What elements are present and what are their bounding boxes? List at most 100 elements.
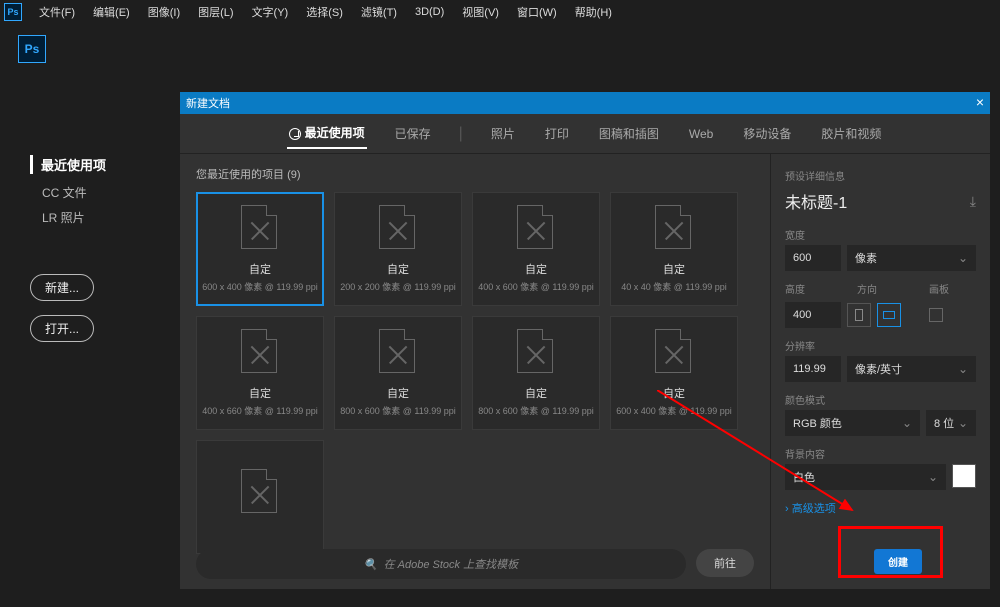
advanced-options-toggle[interactable]: › 高级选项 [785,500,976,516]
sidebar-lr-photos[interactable]: LR 照片 [30,209,170,226]
preset-name: 自定 [387,261,409,277]
go-button[interactable]: 前往 [696,549,754,577]
artboard-checkbox[interactable] [929,308,943,322]
document-icon [517,205,555,249]
preset-name: 自定 [249,261,271,277]
create-button[interactable]: 创建 [874,549,922,574]
resolution-unit-select[interactable]: 像素/英寸 [847,356,976,382]
tab-print[interactable]: 打印 [543,119,571,148]
preset-dimensions: 600 x 400 像素 @ 119.99 ppi [202,280,318,293]
ps-logo-icon: Ps [18,35,46,63]
preset-dimensions: 800 x 600 像素 @ 119.99 ppi [478,404,594,417]
home-sidebar: 最近使用项 CC 文件 LR 照片 新建... 打开... [30,155,170,342]
menu-filter[interactable]: 滤镜(T) [352,4,406,20]
preset-item[interactable]: 自定 600 x 400 像素 @ 119.99 ppi [610,316,738,430]
stock-search-input[interactable]: 🔍 在 Adobe Stock 上查找模板 [196,549,686,579]
presets-area: 您最近使用的项目 (9) 自定 600 x 400 像素 @ 119.99 ppi… [180,154,770,589]
menu-window[interactable]: 窗口(W) [508,4,566,20]
menu-image[interactable]: 图像(I) [139,4,189,20]
menu-select[interactable]: 选择(S) [297,4,352,20]
tab-art[interactable]: 图稿和插图 [597,119,661,148]
menu-layer[interactable]: 图层(L) [189,4,242,20]
dialog-title-text: 新建文档 [186,95,230,111]
document-icon [241,205,279,249]
orientation-landscape[interactable] [877,303,901,327]
tab-recent[interactable]: 最近使用项 [287,118,367,149]
height-input[interactable] [785,302,841,328]
artboard-label: 画板 [929,281,949,296]
new-button[interactable]: 新建... [30,274,94,301]
preset-item[interactable] [196,440,324,554]
dialog-tabs: 最近使用项 已保存 | 照片 打印 图稿和插图 Web 移动设备 胶片和视频 [180,114,990,154]
preset-item[interactable]: 自定 800 x 600 像素 @ 119.99 ppi [334,316,462,430]
clock-icon [289,128,301,140]
preset-dimensions: 400 x 600 像素 @ 119.99 ppi [478,280,594,293]
color-mode-label: 颜色模式 [785,392,976,407]
new-document-dialog: 新建文档 × 最近使用项 已保存 | 照片 打印 图稿和插图 Web 移动设备 … [180,92,990,589]
preset-name: 自定 [387,385,409,401]
preset-name: 自定 [663,385,685,401]
height-label: 高度 [785,281,841,296]
preset-item[interactable]: 自定 600 x 400 像素 @ 119.99 ppi [196,192,324,306]
orientation-portrait[interactable] [847,303,871,327]
preset-dimensions: 200 x 200 像素 @ 119.99 ppi [340,280,456,293]
preset-item[interactable]: 自定 400 x 660 像素 @ 119.99 ppi [196,316,324,430]
document-icon [379,205,417,249]
background-swatch[interactable] [952,464,976,488]
save-preset-icon[interactable]: ⤓ [970,193,976,210]
open-button[interactable]: 打开... [30,315,94,342]
preset-dimensions: 600 x 400 像素 @ 119.99 ppi [616,404,732,417]
dialog-titlebar: 新建文档 × [180,92,990,114]
menu-file[interactable]: 文件(F) [30,4,84,20]
document-name[interactable]: 未标题-1 [785,189,847,213]
tab-mobile[interactable]: 移动设备 [741,119,793,148]
document-icon [379,329,417,373]
menu-help[interactable]: 帮助(H) [566,4,621,20]
tab-saved[interactable]: 已保存 [393,119,433,148]
document-icon [517,329,555,373]
search-icon: 🔍 [364,558,378,571]
document-icon [655,205,693,249]
resolution-input[interactable] [785,356,841,382]
logo-row: Ps [0,24,1000,74]
preset-details-panel: 预设详细信息 未标题-1 ⤓ 宽度 像素 高度 方向 画板 [770,154,990,589]
orientation-label: 方向 [857,281,913,296]
tab-web[interactable]: Web [687,121,715,147]
preset-item[interactable]: 自定 800 x 600 像素 @ 119.99 ppi [472,316,600,430]
preset-dimensions: 800 x 600 像素 @ 119.99 ppi [340,404,456,417]
menu-view[interactable]: 视图(V) [453,4,508,20]
document-icon [241,329,279,373]
sidebar-cc-files[interactable]: CC 文件 [30,184,170,201]
width-input[interactable] [785,245,841,271]
preset-name: 自定 [525,261,547,277]
color-mode-select[interactable]: RGB 颜色 [785,410,920,436]
width-label: 宽度 [785,227,976,242]
details-heading: 预设详细信息 [785,168,976,183]
bit-depth-select[interactable]: 8 位 [926,410,976,436]
preset-item[interactable]: 自定 40 x 40 像素 @ 119.99 ppi [610,192,738,306]
ps-logo-icon: Ps [4,3,22,21]
menu-3d[interactable]: 3D(D) [406,6,453,18]
preset-dimensions: 400 x 660 像素 @ 119.99 ppi [202,404,318,417]
preset-name: 自定 [249,385,271,401]
presets-heading: 您最近使用的项目 (9) [196,166,754,182]
document-icon [241,469,279,513]
menu-type[interactable]: 文字(Y) [243,4,298,20]
menu-bar: Ps 文件(F) 编辑(E) 图像(I) 图层(L) 文字(Y) 选择(S) 滤… [0,0,1000,24]
resolution-label: 分辨率 [785,338,976,353]
tab-film[interactable]: 胶片和视频 [819,119,883,148]
tab-photo[interactable]: 照片 [489,119,517,148]
background-select[interactable]: 白色 [785,464,946,490]
document-icon [655,329,693,373]
tab-separator: | [459,125,463,143]
preset-name: 自定 [663,261,685,277]
menu-edit[interactable]: 编辑(E) [84,4,139,20]
preset-dimensions: 40 x 40 像素 @ 119.99 ppi [621,280,727,293]
sidebar-recent[interactable]: 最近使用项 [30,155,170,174]
unit-select[interactable]: 像素 [847,245,976,271]
close-icon[interactable]: × [976,94,984,110]
preset-item[interactable]: 自定 200 x 200 像素 @ 119.99 ppi [334,192,462,306]
background-label: 背景内容 [785,446,976,461]
preset-name: 自定 [525,385,547,401]
preset-item[interactable]: 自定 400 x 600 像素 @ 119.99 ppi [472,192,600,306]
